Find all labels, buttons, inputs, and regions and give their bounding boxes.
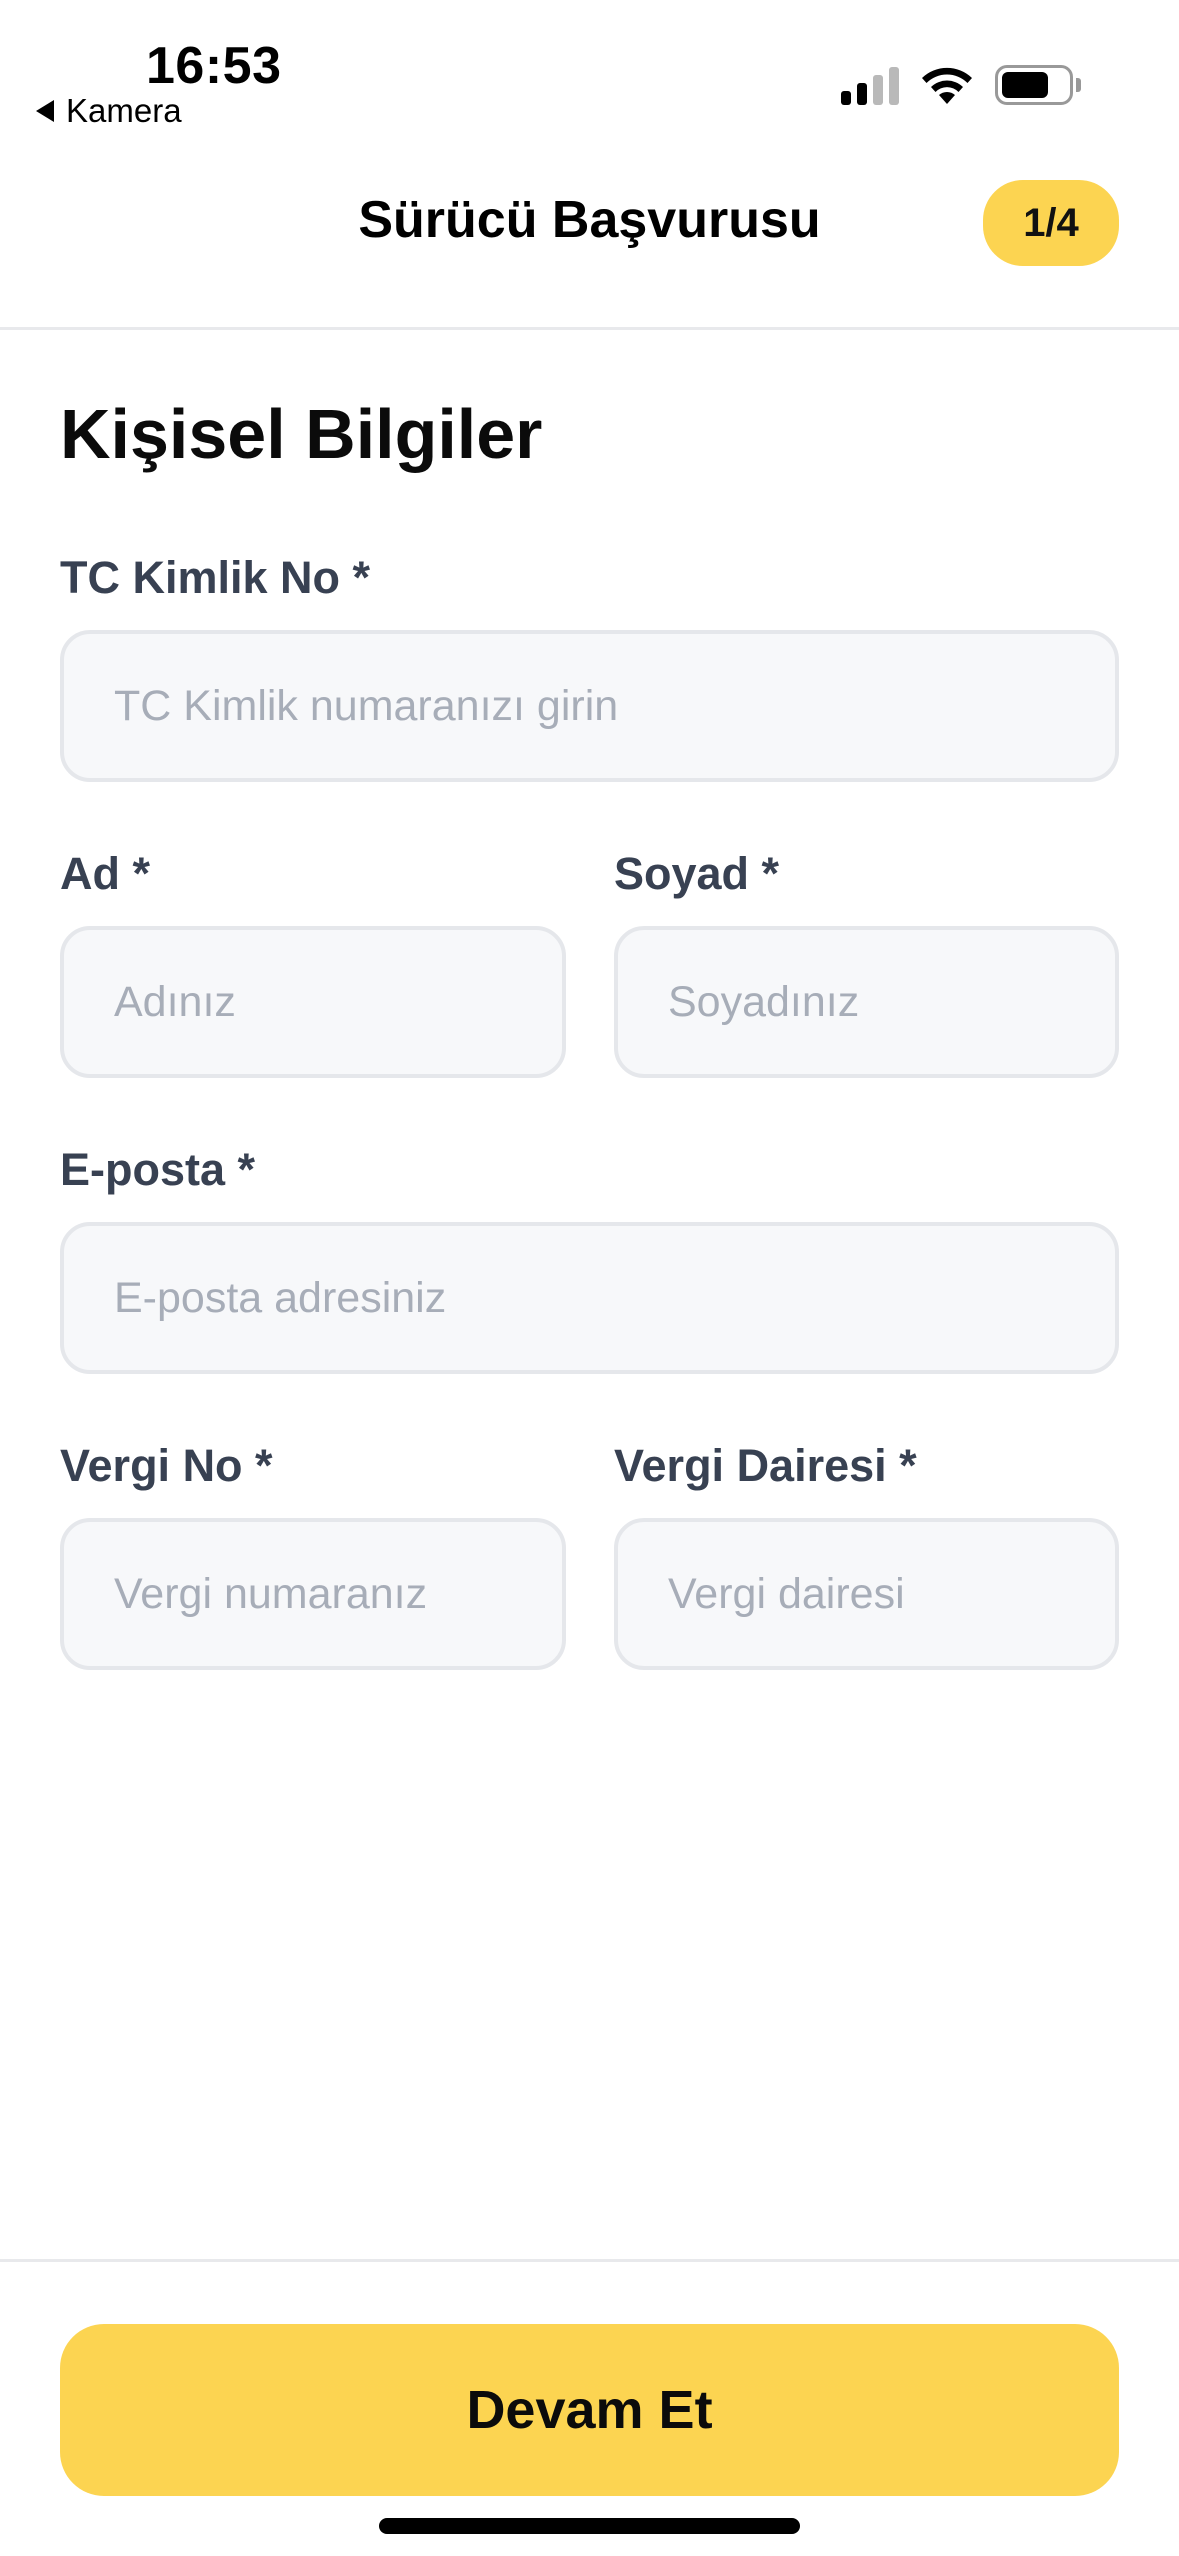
wifi-icon <box>922 67 972 104</box>
back-app-label: Kamera <box>66 92 182 129</box>
last-name-input[interactable] <box>614 926 1119 1078</box>
tc-label: TC Kimlik No * <box>60 552 371 603</box>
header-divider <box>0 327 1179 330</box>
continue-button[interactable]: Devam Et <box>60 2324 1119 2496</box>
first-name-label: Ad * <box>60 848 150 899</box>
tax-office-input[interactable] <box>614 1518 1119 1670</box>
tax-office-label: Vergi Dairesi * <box>614 1440 917 1491</box>
email-label: E-posta * <box>60 1144 256 1195</box>
last-name-label: Soyad * <box>614 848 780 899</box>
tc-input[interactable] <box>60 630 1119 782</box>
battery-icon <box>995 65 1081 105</box>
step-badge: 1/4 <box>983 180 1119 266</box>
tax-no-input[interactable] <box>60 1518 566 1670</box>
status-time: 16:53 <box>146 37 282 95</box>
email-input[interactable] <box>60 1222 1119 1374</box>
driver-application-screen: 16:53 Kamera Sürücü Başvurusu 1/4 Kişise… <box>0 0 1179 2556</box>
back-triangle-icon <box>36 100 54 122</box>
first-name-input[interactable] <box>60 926 566 1078</box>
cellular-signal-icon <box>841 65 899 105</box>
back-to-app-link[interactable]: Kamera <box>36 92 182 130</box>
status-icons <box>841 64 1081 106</box>
home-indicator[interactable] <box>379 2518 800 2534</box>
section-title: Kişisel Bilgiler <box>60 395 543 473</box>
footer-divider <box>0 2259 1179 2262</box>
tax-no-label: Vergi No * <box>60 1440 273 1491</box>
